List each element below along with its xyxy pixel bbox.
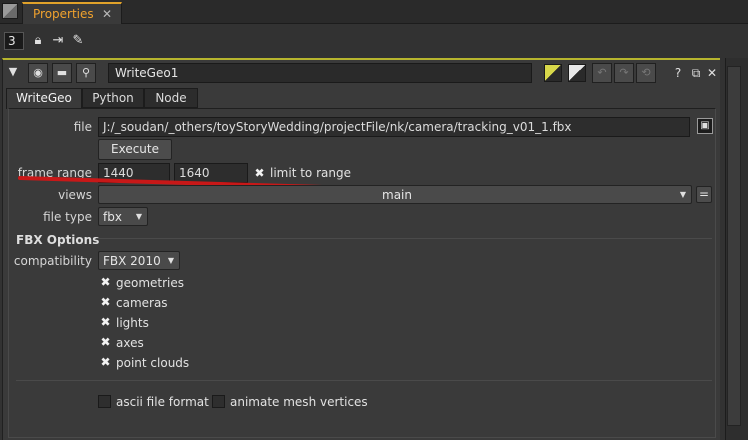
pencil-icon[interactable]: ✎ <box>70 32 86 50</box>
geometries-label: geometries <box>116 276 185 290</box>
pane-menu-icon[interactable] <box>2 3 18 19</box>
file-label: file <box>73 120 92 134</box>
cameras-checkbox[interactable]: ✖ <box>99 296 112 309</box>
tab-python[interactable]: Python <box>82 88 144 108</box>
limit-to-range-label: limit to range <box>270 166 351 180</box>
close-panel-icon[interactable]: ✕ <box>704 63 720 83</box>
views-split-button[interactable]: = <box>696 186 712 203</box>
center-node-icon[interactable]: ▬ <box>52 63 72 83</box>
lights-checkbox[interactable]: ✖ <box>99 316 112 329</box>
close-icon[interactable]: ✕ <box>102 4 112 24</box>
gl-color-icon[interactable] <box>568 64 586 82</box>
chevron-down-icon: ▼ <box>679 190 686 199</box>
section-divider <box>96 238 712 239</box>
tab-node[interactable]: Node <box>144 88 198 108</box>
ascii-file-format-label: ascii file format <box>116 395 209 409</box>
lights-label: lights <box>116 316 149 330</box>
section-title-fbx-options: FBX Options <box>16 233 100 247</box>
tab-properties-label: Properties <box>33 7 94 21</box>
lock-icon[interactable]: 🔒︎ <box>30 32 46 50</box>
node-color-icon[interactable] <box>544 64 562 82</box>
node-tabs: WriteGeo Python Node <box>6 88 716 109</box>
chevron-down-icon: ▼ <box>135 212 142 221</box>
geometries-checkbox[interactable]: ✖ <box>99 276 112 289</box>
file-path-input[interactable]: J:/_soudan/_others/toyStoryWedding/proje… <box>98 117 690 137</box>
revert-icon[interactable]: ⟲ <box>636 63 656 83</box>
execute-button[interactable]: Execute <box>98 139 172 160</box>
axes-checkbox[interactable]: ✖ <box>99 336 112 349</box>
scrollbar[interactable] <box>727 66 741 426</box>
folder-browse-icon[interactable]: ▣ <box>697 118 713 134</box>
properties-toolbar: 3 🔒︎ ⇥ ✎ <box>0 24 748 58</box>
redo-icon[interactable]: ↷ <box>614 63 634 83</box>
node-header: ▼ ◉ ▬ ⚲ WriteGeo1 ↶ ↷ ⟲ ? ⧉ ✕ <box>4 62 720 84</box>
section-divider <box>16 380 712 381</box>
float-panel-icon[interactable]: ⚲ <box>76 63 96 83</box>
file-type-label: file type <box>43 210 92 224</box>
node-name-field[interactable]: WriteGeo1 <box>108 63 532 83</box>
collapse-triangle-icon[interactable]: ▼ <box>6 63 20 83</box>
max-panels-input[interactable]: 3 <box>4 32 24 50</box>
axes-label: axes <box>116 336 144 350</box>
view-node-icon[interactable]: ◉ <box>28 63 48 83</box>
compatibility-dropdown[interactable]: FBX 2010 ▼ <box>98 251 180 270</box>
help-icon[interactable]: ? <box>670 63 686 83</box>
views-label: views <box>58 188 92 202</box>
tab-writegeo[interactable]: WriteGeo <box>6 88 82 109</box>
ascii-file-format-checkbox[interactable] <box>98 395 111 408</box>
compatibility-value: FBX 2010 <box>103 254 161 268</box>
panel-tab-bar: Properties ✕ <box>0 0 748 24</box>
point-clouds-checkbox[interactable]: ✖ <box>99 356 112 369</box>
chevron-down-icon: ▼ <box>167 256 174 265</box>
limit-to-range-checkbox[interactable]: ✖ <box>253 167 266 180</box>
file-type-value: fbx <box>103 210 122 224</box>
file-type-dropdown[interactable]: fbx ▼ <box>98 207 148 226</box>
point-clouds-label: point clouds <box>116 356 190 370</box>
cameras-label: cameras <box>116 296 168 310</box>
views-dropdown[interactable]: main ▼ <box>98 185 692 204</box>
compatibility-label: compatibility <box>13 254 92 268</box>
undo-icon[interactable]: ↶ <box>592 63 612 83</box>
float-window-icon[interactable]: ⧉ <box>688 63 704 83</box>
tab-properties[interactable]: Properties ✕ <box>22 2 122 24</box>
clear-panels-icon[interactable]: ⇥ <box>50 32 66 50</box>
views-value: main <box>382 188 412 202</box>
animate-mesh-vertices-label: animate mesh vertices <box>230 395 368 409</box>
animate-mesh-vertices-checkbox[interactable] <box>212 395 225 408</box>
